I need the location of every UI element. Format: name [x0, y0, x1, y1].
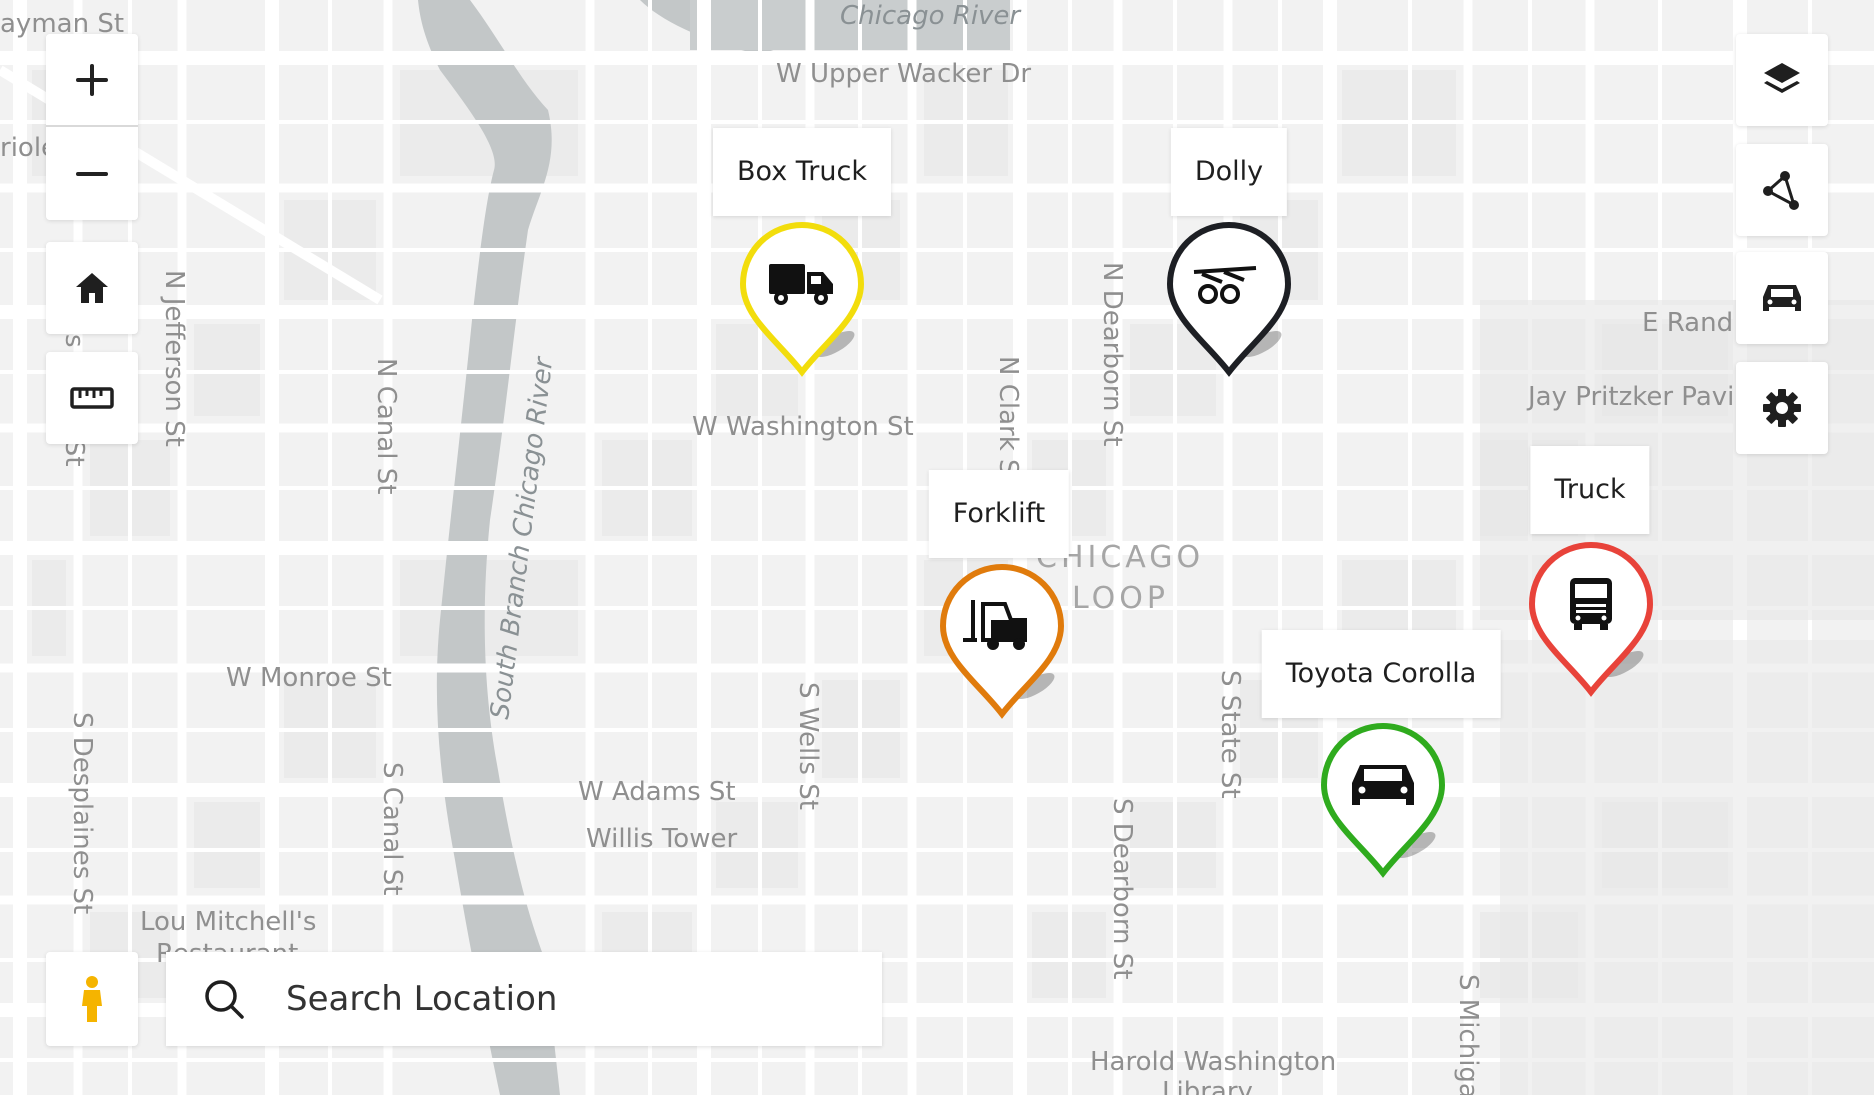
street-label: s: [59, 334, 89, 348]
street-label: S State St: [1215, 670, 1245, 799]
gear-icon: [1763, 389, 1801, 427]
layers-icon: [1764, 63, 1800, 93]
search-icon[interactable]: [202, 977, 246, 1021]
plus-icon: [76, 64, 108, 96]
street-label: N Canal St: [371, 358, 401, 494]
marker-pin-forklift[interactable]: [939, 564, 1065, 722]
measure-button[interactable]: [46, 352, 138, 444]
landmark-label: Harold Washington: [1090, 1047, 1336, 1077]
district-label: LOOP: [1072, 581, 1169, 616]
draw-polygon-button[interactable]: [1736, 144, 1828, 236]
vehicles-button[interactable]: [1736, 252, 1828, 344]
search-bar[interactable]: [166, 952, 882, 1046]
zoom-in-button[interactable]: [46, 34, 138, 126]
zoom-divider: [46, 125, 138, 127]
marker-label-dolly[interactable]: Dolly: [1170, 128, 1288, 216]
landmark-label: Lou Mitchell's: [140, 907, 316, 937]
street-label: W Monroe St: [226, 663, 392, 693]
marker-pin-dolly[interactable]: [1166, 222, 1292, 380]
street-label: S Dearborn St: [1107, 798, 1137, 980]
street-label: S Canal St: [377, 762, 407, 895]
layers-button[interactable]: [1736, 34, 1828, 126]
marker-label-forklift[interactable]: Forklift: [928, 470, 1070, 558]
street-label: E Rand: [1642, 308, 1733, 338]
street-label: S Desplaines St: [67, 712, 97, 914]
polygon-icon: [1763, 171, 1799, 210]
zoom-control-group: [46, 34, 138, 220]
car-icon: [1763, 285, 1801, 311]
landmark-label: Willis Tower: [586, 824, 737, 854]
settings-button[interactable]: [1736, 362, 1828, 454]
street-label: N Dearborn St: [1097, 262, 1127, 446]
water-label: Chicago River: [840, 1, 1022, 31]
pegman-icon: [82, 976, 102, 1022]
marker-label-toyota-corolla[interactable]: Toyota Corolla: [1261, 630, 1501, 718]
street-label: S Wells St: [793, 682, 823, 810]
street-view-button[interactable]: [46, 952, 138, 1046]
street-label: W Washington St: [692, 412, 914, 442]
minus-icon: [76, 172, 108, 176]
street-label: S Michigan: [1453, 974, 1483, 1095]
marker-pin-toyota-corolla[interactable]: [1320, 723, 1446, 881]
marker-label-truck[interactable]: Truck: [1530, 446, 1650, 534]
landmark-label: Jay Pritzker Pavil: [1526, 382, 1742, 412]
street-label: W Upper Wacker Dr: [776, 59, 1031, 89]
marker-pin-box-truck[interactable]: [739, 222, 865, 380]
landmark-label: Library: [1162, 1077, 1253, 1095]
marker-label-box-truck[interactable]: Box Truck: [713, 128, 891, 216]
street-label: N Clark St: [993, 356, 1023, 486]
marker-pin-truck[interactable]: [1528, 542, 1654, 700]
truck-front-icon: [1570, 578, 1612, 630]
home-icon: [76, 273, 108, 303]
zoom-out-button[interactable]: [46, 128, 138, 220]
map-viewport[interactable]: ayman St Chicago River W Upper Wacker Dr…: [0, 0, 1874, 1095]
car-icon: [1352, 765, 1414, 805]
street-label: W Adams St: [578, 777, 736, 807]
search-input[interactable]: [284, 978, 808, 1020]
ruler-icon: [70, 387, 114, 409]
street-label: N Jefferson St: [159, 270, 189, 447]
home-button[interactable]: [46, 242, 138, 334]
